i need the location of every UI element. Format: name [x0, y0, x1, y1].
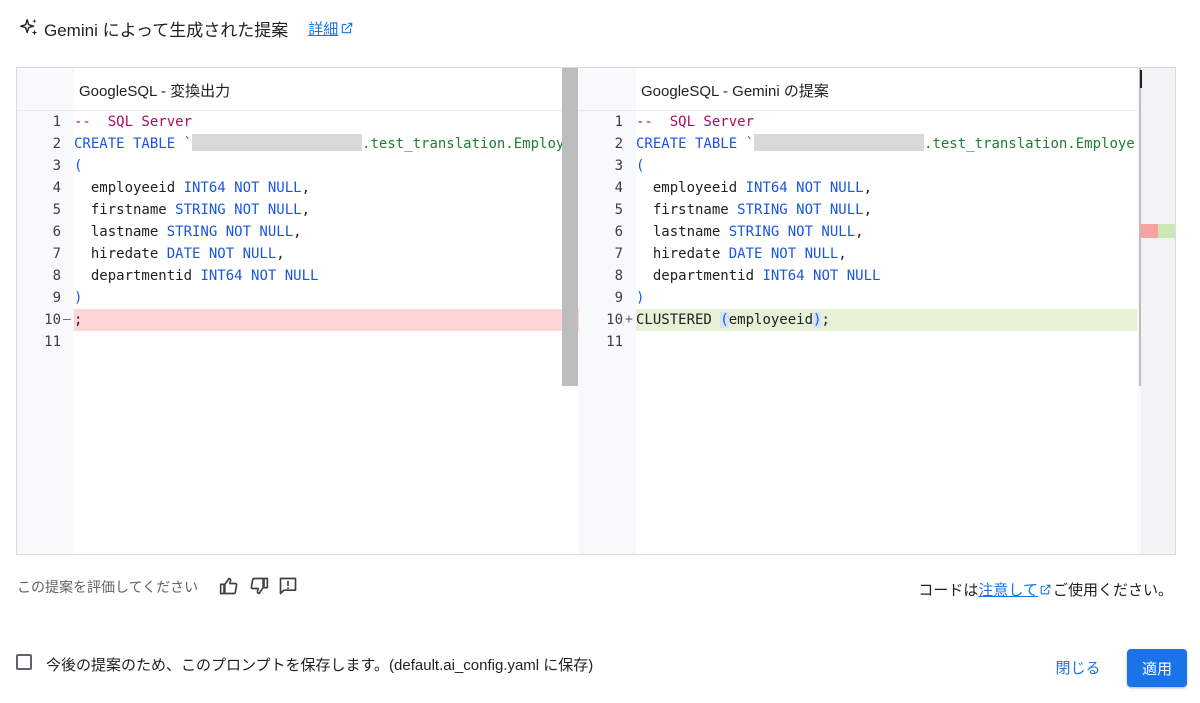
line-number: 9 [52, 290, 61, 306]
code-line: ( [636, 158, 645, 174]
code-line: firstname STRING NOT NULL, [636, 202, 873, 218]
suggested-gutter: 1 2 3 4 5 6 7 8 9 10 + 11 [579, 68, 636, 554]
redacted-project-id [192, 134, 363, 151]
line-number: 4 [614, 180, 623, 196]
code-line: lastname STRING NOT NULL, [636, 224, 864, 240]
code-caution-note: コードは 注意して ご使用ください。 [918, 579, 1173, 600]
code-line: -- SQL Server [636, 114, 755, 130]
line-number: 5 [52, 202, 61, 218]
caution-link[interactable]: 注意して [978, 579, 1038, 600]
suggested-pane: 1 2 3 4 5 6 7 8 9 10 + 11 GoogleSQL - Ge… [579, 68, 1139, 554]
line-number: 1 [52, 114, 61, 130]
code-line: firstname STRING NOT NULL, [74, 202, 311, 218]
line-number: 8 [614, 268, 623, 284]
line-number: 10 [606, 312, 623, 328]
line-number: 11 [44, 334, 61, 350]
overview-removed-marker [1141, 224, 1158, 238]
added-code-line: CLUSTERED (employeeid); [636, 309, 1137, 331]
code-line: -- SQL Server [74, 114, 193, 130]
thumbs-up-icon[interactable] [218, 576, 240, 596]
feedback-icon[interactable] [277, 576, 299, 596]
line-number: 10 [44, 312, 61, 328]
line-number: 6 [52, 224, 61, 240]
redacted-project-id [754, 134, 925, 151]
code-line: ) [74, 290, 83, 306]
line-number: 1 [614, 114, 623, 130]
thumbs-down-icon[interactable] [248, 576, 270, 596]
open-in-new-icon [1040, 584, 1051, 595]
code-line: departmentid INT64 NOT NULL [74, 268, 319, 284]
line-number: 7 [614, 246, 623, 262]
code-line: employeeid INT64 NOT NULL, [636, 180, 873, 196]
line-number: 7 [52, 246, 61, 262]
code-line: employeeid INT64 NOT NULL, [74, 180, 311, 196]
line-number: 8 [52, 268, 61, 284]
original-pane-title: GoogleSQL - 変換出力 [79, 83, 231, 100]
suggested-pane-title: GoogleSQL - Gemini の提案 [641, 83, 829, 100]
line-number: 5 [614, 202, 623, 218]
original-pane: 1 2 3 4 5 6 7 8 9 10 — 11 GoogleSQL - 変換… [17, 68, 579, 554]
diff-overview-ruler[interactable] [1141, 68, 1175, 554]
removed-code-line: ; [74, 309, 579, 331]
details-link[interactable]: 詳細 [308, 18, 354, 39]
dialog-header: Gemini によって生成された提案 詳細 [18, 14, 354, 42]
line-number: 3 [52, 158, 61, 174]
line-number: 3 [614, 158, 623, 174]
open-in-new-icon [341, 22, 353, 34]
original-gutter: 1 2 3 4 5 6 7 8 9 10 — 11 [17, 68, 74, 554]
code-line: lastname STRING NOT NULL, [74, 224, 302, 240]
code-line: hiredate DATE NOT NULL, [74, 246, 285, 262]
line-number: 6 [614, 224, 623, 240]
rate-suggestion-label: この提案を評価してください [17, 579, 199, 595]
suggested-code[interactable]: GoogleSQL - Gemini の提案 -- SQL Server CRE… [636, 68, 1137, 554]
sparkle-icon [20, 18, 38, 36]
line-number: 2 [614, 136, 623, 152]
code-line: departmentid INT64 NOT NULL [636, 268, 881, 284]
code-line: ( [74, 158, 83, 174]
line-number: 9 [614, 290, 623, 306]
code-line: CREATE TABLE ` .test_translation.Employe [636, 134, 1135, 152]
line-number: 11 [606, 334, 623, 350]
text-cursor [1140, 70, 1142, 88]
code-line: hiredate DATE NOT NULL, [636, 246, 847, 262]
code-line: ) [636, 290, 645, 306]
removed-line-marker: — [63, 312, 71, 327]
save-prompt-checkbox[interactable] [16, 654, 32, 670]
dialog-title: Gemini によって生成された提案 [44, 20, 289, 40]
original-scrollbar[interactable] [562, 68, 578, 386]
save-prompt-label: 今後の提案のため、このプロンプトを保存します。(default.ai_confi… [46, 657, 594, 674]
apply-button[interactable]: 適用 [1127, 649, 1187, 687]
diff-editor: 1 2 3 4 5 6 7 8 9 10 — 11 GoogleSQL - 変換… [16, 67, 1176, 555]
overview-added-marker [1158, 224, 1175, 238]
close-button[interactable]: 閉じる [1046, 653, 1110, 681]
original-code[interactable]: GoogleSQL - 変換出力 -- SQL Server CREATE TA… [74, 68, 579, 554]
code-line: CREATE TABLE ` .test_translation.Employe [74, 134, 573, 152]
line-number: 2 [52, 136, 61, 152]
added-line-marker: + [625, 312, 633, 327]
line-number: 4 [52, 180, 61, 196]
details-link-label: 詳細 [308, 20, 339, 38]
